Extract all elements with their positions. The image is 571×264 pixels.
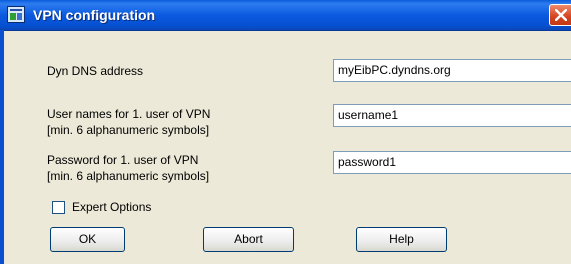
dyn-dns-label: Dyn DNS address [47,64,144,78]
abort-button[interactable]: Abort [203,227,294,252]
title-bar: VPN configuration [0,0,571,31]
dyn-dns-field[interactable]: myEibPC.dyndns.org [333,59,571,82]
window-title: VPN configuration [33,7,156,23]
password-label: Password for 1. user of VPN [min. 6 alph… [47,152,209,184]
password-label-line1: Password for 1. user of VPN [47,153,199,167]
app-icon [7,6,25,23]
expert-options-label[interactable]: Expert Options [72,200,151,214]
close-button[interactable] [549,4,571,26]
username-label-line1: User names for 1. user of VPN [47,107,211,121]
vpn-form: Dyn DNS address myEibPC.dyndns.org User … [4,30,571,264]
expert-options-checkbox[interactable] [52,201,65,214]
username-label-line2: [min. 6 alphanumeric symbols] [47,123,210,137]
username-field[interactable]: username1 [333,104,571,127]
close-icon [555,9,567,21]
help-button[interactable]: Help [356,227,447,252]
ok-button[interactable]: OK [50,227,125,252]
username-label: User names for 1. user of VPN [min. 6 al… [47,106,210,138]
password-label-line2: [min. 6 alphanumeric symbols] [47,169,210,183]
password-field[interactable]: password1 [333,151,571,174]
